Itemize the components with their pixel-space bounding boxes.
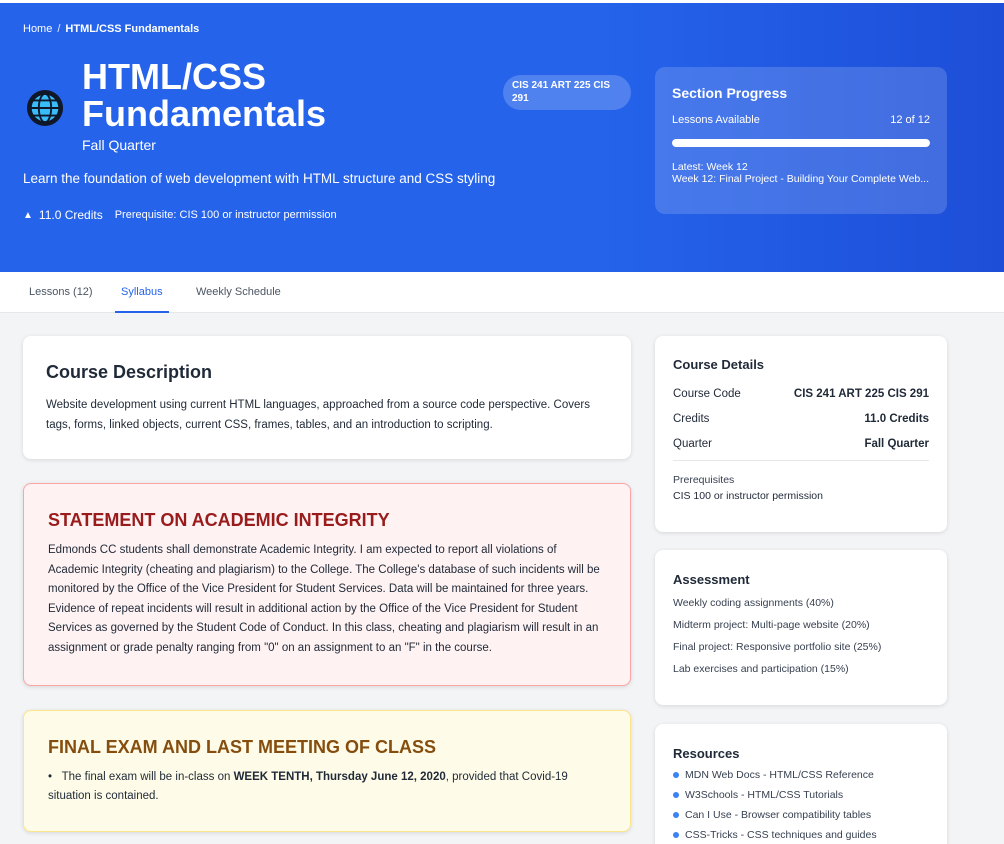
resource-link[interactable]: MDN Web Docs - HTML/CSS Reference [685,769,874,781]
assessment-item: Lab exercises and participation (15%) [673,663,849,675]
academic-integrity-card: STATEMENT ON ACADEMIC INTEGRITY Edmonds … [23,483,631,686]
course-code-badge: CIS 241 ART 225 CIS 291 [503,75,631,110]
course-summary: Learn the foundation of web development … [23,171,496,186]
resource-item[interactable]: Can I Use - Browser compatibility tables [673,809,929,821]
detail-label: Credits [673,413,710,425]
bullet-dot [673,812,679,818]
assessment-item: Midterm project: Multi-page website (20%… [673,619,870,631]
resource-item[interactable]: MDN Web Docs - HTML/CSS Reference [673,769,929,781]
latest-lesson-label: Latest: Week 12 [672,161,748,173]
final-exam-title: FINAL EXAM AND LAST MEETING OF CLASS [48,737,437,757]
breadcrumb-current: HTML/CSS Fundamentals [65,23,200,35]
bullet-dot [673,792,679,798]
assessment-list: Weekly coding assignments (40%) Midterm … [673,597,929,675]
assessment-title: Assessment [673,572,750,587]
course-quarter: Fall Quarter [82,137,156,153]
course-description-text: Website development using current HTML l… [46,399,590,431]
course-details-card: Course Details Course Code CIS 241 ART 2… [655,336,947,532]
academic-integrity-title: STATEMENT ON ACADEMIC INTEGRITY [48,510,390,530]
final-exam-item: • The final exam will be in-class on WEE… [48,768,606,806]
progress-count: 12 of 12 [890,114,930,126]
resource-item[interactable]: W3Schools - HTML/CSS Tutorials [673,789,929,801]
detail-value: 11.0 Credits [864,413,929,425]
latest-lesson-link[interactable]: Week 12: Final Project - Building Your C… [672,173,930,185]
course-header: Home / HTML/CSS Fundamentals HTML/CSS Fund… [0,3,1004,272]
globe-icon [26,89,64,127]
final-exam-card: FINAL EXAM AND LAST MEETING OF CLASS • T… [23,710,631,832]
tab-lessons[interactable]: Lessons (12) [29,272,93,313]
resource-item[interactable]: CSS-Tricks - CSS techniques and guides [673,829,929,841]
progress-bar-fill [672,139,930,147]
breadcrumb: Home / HTML/CSS Fundamentals [23,23,199,35]
prerequisites-value: CIS 100 or instructor permission [673,490,823,502]
tab-syllabus[interactable]: Syllabus [115,272,169,313]
detail-row-quarter: Quarter Fall Quarter [673,438,929,461]
detail-value: CIS 241 ART 225 CIS 291 [793,388,929,400]
assessment-item: Final project: Responsive portfolio site… [673,641,882,653]
detail-label: Course Code [673,388,741,400]
detail-value: Fall Quarter [864,438,929,450]
resource-link[interactable]: W3Schools - HTML/CSS Tutorials [685,789,843,801]
course-title: HTML/CSS Fundamentals [82,56,327,134]
tab-bar: Lessons (12) Syllabus Weekly Schedule [0,272,1004,313]
final-exam-date: WEEK TENTH, Thursday June 12, 2020 [233,771,446,783]
assessment-item: Weekly coding assignments (40%) [673,597,834,609]
bullet-dot [673,832,679,838]
breadcrumb-home-link[interactable]: Home [23,23,52,35]
resources-card: Resources MDN Web Docs - HTML/CSS Refere… [655,724,947,844]
breadcrumb-separator: / [57,23,61,35]
progress-title: Section Progress [672,85,788,101]
tab-weekly-schedule[interactable]: Weekly Schedule [196,272,281,313]
progress-row: Lessons Available 12 of 12 [672,114,930,126]
resources-list: MDN Web Docs - HTML/CSS Reference W3Scho… [673,769,929,841]
resource-link[interactable]: Can I Use - Browser compatibility tables [685,809,871,821]
course-description-title: Course Description [46,362,213,382]
progress-label: Lessons Available [672,114,760,126]
final-exam-text-prefix: The final exam will be in-class on [61,771,234,783]
detail-row-credits: Credits 11.0 Credits [673,413,929,425]
section-progress-card: Section Progress Lessons Available 12 of… [655,67,947,214]
assessment-card: Assessment Weekly coding assignments (40… [655,550,947,705]
graduation-cap-icon: ▲ [23,209,33,221]
resources-title: Resources [673,746,740,761]
course-meta: ▲ 11.0 Credits Prerequisite: CIS 100 or … [23,208,337,222]
detail-label: Quarter [673,438,712,450]
resource-link[interactable]: CSS-Tricks - CSS techniques and guides [685,829,877,841]
course-description-card: Course Description Website development u… [23,336,631,459]
prerequisites-label: Prerequisites [673,474,735,486]
prerequisite-text: Prerequisite: CIS 100 or instructor perm… [114,209,337,221]
bullet: • [48,771,62,783]
progress-bar [672,139,930,147]
detail-row-course-code: Course Code CIS 241 ART 225 CIS 291 [673,388,929,400]
academic-integrity-text: Edmonds CC students shall demonstrate Ac… [48,544,600,654]
bullet-dot [673,772,679,778]
credits-text: 11.0 Credits [38,208,103,222]
course-details-title: Course Details [673,357,765,372]
